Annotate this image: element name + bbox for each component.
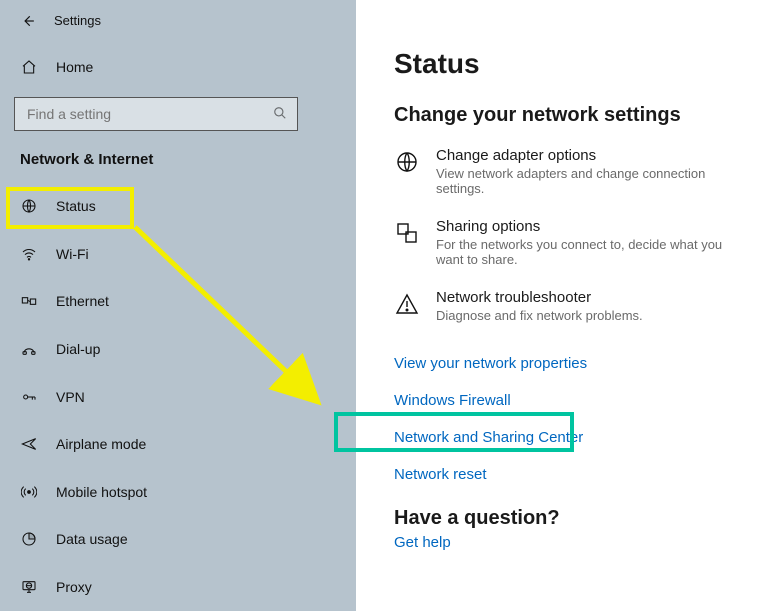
sidebar-item-label: Wi-Fi [56, 246, 89, 262]
warning-icon [394, 291, 420, 317]
hotspot-icon [20, 483, 38, 501]
search-icon [273, 106, 287, 123]
home-icon [20, 58, 38, 76]
search-input-container[interactable] [14, 97, 298, 131]
sidebar-home-label: Home [56, 59, 93, 75]
sidebar-item-label: Proxy [56, 579, 92, 595]
sidebar-item-label: Mobile hotspot [56, 484, 147, 500]
sidebar-item-airplane[interactable]: Airplane mode [0, 420, 356, 468]
app-title: Settings [54, 13, 101, 28]
option-subtitle: Diagnose and fix network problems. [436, 308, 643, 323]
wifi-icon [20, 245, 38, 263]
sidebar-item-label: Data usage [56, 531, 128, 547]
sidebar-item-label: Airplane mode [56, 436, 146, 452]
question-section: Have a question? Get help [394, 507, 744, 551]
search-input[interactable] [25, 105, 265, 123]
link-network-properties[interactable]: View your network properties [394, 345, 744, 382]
sidebar-section-title: Network & Internet [0, 141, 356, 182]
datausage-icon [20, 530, 38, 548]
sidebar-item-vpn[interactable]: VPN [0, 373, 356, 421]
sidebar-header: Settings [0, 0, 356, 42]
link-network-reset[interactable]: Network reset [394, 456, 744, 493]
globe-icon [394, 149, 420, 175]
sidebar-item-status[interactable]: Status [0, 182, 356, 230]
sidebar-home[interactable]: Home [0, 44, 356, 92]
ethernet-icon [20, 292, 38, 310]
content-pane: Status Change your network settings Chan… [356, 0, 768, 611]
sidebar-item-ethernet[interactable]: Ethernet [0, 278, 356, 326]
proxy-icon [20, 578, 38, 596]
link-list: View your network properties Windows Fir… [394, 345, 744, 493]
sidebar-item-label: VPN [56, 389, 85, 405]
sidebar-item-label: Status [56, 198, 96, 214]
option-adapter[interactable]: Change adapter options View network adap… [394, 147, 744, 196]
page-title: Status [394, 48, 744, 80]
airplane-icon [20, 435, 38, 453]
sharing-icon [394, 220, 420, 246]
option-sharing[interactable]: Sharing options For the networks you con… [394, 218, 744, 267]
status-icon [20, 197, 38, 215]
sidebar-item-wifi[interactable]: Wi-Fi [0, 230, 356, 278]
link-get-help[interactable]: Get help [394, 534, 451, 551]
back-icon[interactable] [20, 13, 36, 29]
question-heading: Have a question? [394, 507, 744, 530]
option-title: Network troubleshooter [436, 289, 643, 306]
link-network-sharing-center[interactable]: Network and Sharing Center [394, 419, 744, 456]
sidebar: Settings Home Network & Internet [0, 0, 356, 611]
option-title: Change adapter options [436, 147, 744, 164]
sidebar-item-label: Dial-up [56, 341, 100, 357]
sidebar-item-datausage[interactable]: Data usage [0, 516, 356, 564]
link-windows-firewall[interactable]: Windows Firewall [394, 382, 744, 419]
sidebar-item-label: Ethernet [56, 293, 109, 309]
vpn-icon [20, 388, 38, 406]
section-heading: Change your network settings [394, 104, 744, 127]
option-troubleshoot[interactable]: Network troubleshooter Diagnose and fix … [394, 289, 744, 323]
sidebar-item-hotspot[interactable]: Mobile hotspot [0, 468, 356, 516]
option-subtitle: View network adapters and change connect… [436, 166, 744, 196]
option-subtitle: For the networks you connect to, decide … [436, 237, 744, 267]
dialup-icon [20, 340, 38, 358]
sidebar-item-proxy[interactable]: Proxy [0, 563, 356, 611]
option-title: Sharing options [436, 218, 744, 235]
sidebar-item-dialup[interactable]: Dial-up [0, 325, 356, 373]
